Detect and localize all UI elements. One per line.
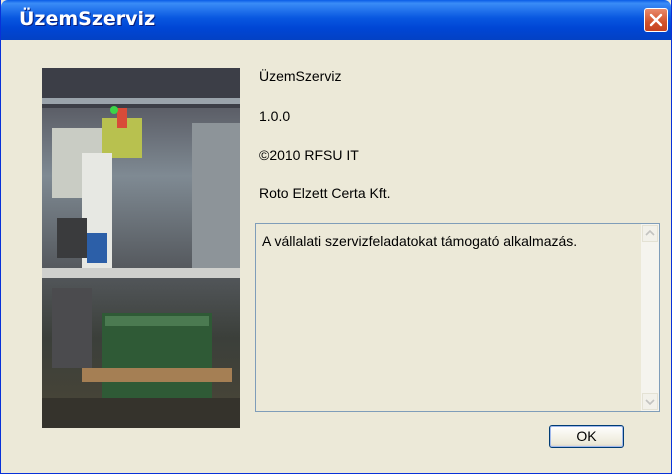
ok-button[interactable]: OK — [549, 425, 624, 448]
product-name: ÜzemSzerviz — [259, 68, 342, 84]
about-dialog-window: ÜzemSzerviz ÜzemSzerviz 1.0.0 ©2010 RFSU… — [0, 0, 672, 474]
copyright-label: ©2010 RFSU IT — [259, 147, 359, 163]
window-title: ÜzemSzerviz — [19, 8, 156, 30]
description-textbox[interactable]: A vállalati szervizfeladatokat támogató … — [255, 223, 660, 412]
close-icon — [649, 13, 663, 27]
scroll-up-icon — [645, 229, 655, 236]
product-logo-image — [42, 68, 240, 428]
version-label: 1.0.0 — [259, 108, 291, 124]
scroll-down-button[interactable] — [642, 393, 658, 410]
description-text: A vállalati szervizfeladatokat támogató … — [262, 233, 578, 249]
company-label: Roto Elzett Certa Kft. — [259, 185, 391, 201]
scroll-up-button[interactable] — [642, 225, 658, 242]
description-scrollbar[interactable] — [641, 224, 659, 411]
scroll-down-icon — [645, 399, 655, 406]
title-bar[interactable]: ÜzemSzerviz — [1, 0, 671, 40]
close-button[interactable] — [644, 8, 668, 32]
dialog-content: ÜzemSzerviz 1.0.0 ©2010 RFSU IT Roto Elz… — [4, 40, 670, 471]
